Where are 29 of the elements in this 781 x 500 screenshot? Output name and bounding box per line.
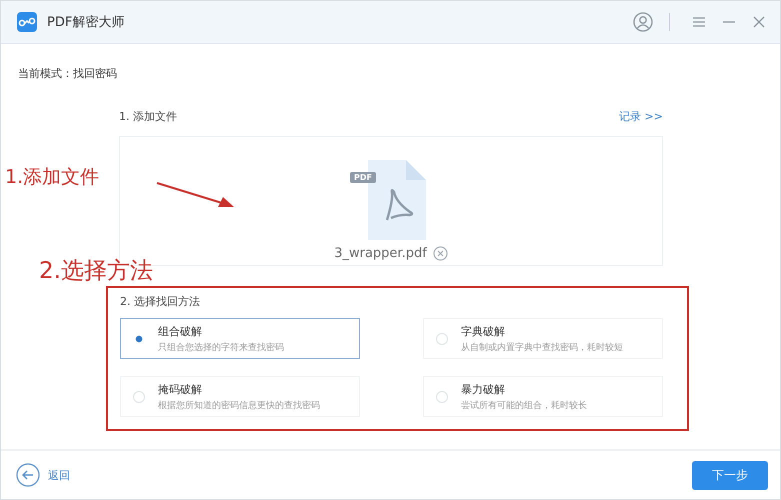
close-icon[interactable] [752,15,766,29]
method-description: 只组合您选择的字符来查找密码 [158,342,284,354]
method-name: 字典破解 [461,324,506,338]
radio-button[interactable] [436,390,448,402]
annotation-label: 1.添加文件 [5,165,100,190]
method-option[interactable]: 掩码破解 根据您所知道的密码信息更快的查找密码 [120,376,360,417]
section-title: 1. 添加文件 [119,109,177,124]
method-name: 组合破解 [158,324,203,338]
method-option[interactable]: 字典破解 从自制或内置字典中查找密码，耗时较短 [423,318,663,359]
file-type-badge: PDF [350,172,376,183]
section-title: 2. 选择找回方法 [120,294,201,309]
history-link[interactable]: 记录 >> [619,109,663,124]
method-description: 从自制或内置字典中查找密码，耗时较短 [461,342,623,354]
radio-button[interactable] [436,332,448,344]
method-name: 暴力破解 [461,382,506,396]
remove-icon[interactable] [432,246,448,261]
method-option[interactable]: 组合破解 只组合您选择的字符来查找密码 [120,318,360,359]
back-link[interactable]: 返回 [16,463,70,487]
method-description: 根据您所知道的密码信息更快的查找密码 [158,400,320,412]
file-name: 3_wrapper.pdf [334,246,427,261]
mode-label: 当前模式：找回密码 [17,66,118,81]
user-icon[interactable] [633,12,653,32]
app-logo-icon [17,12,37,32]
method-option[interactable]: 暴力破解 尝试所有可能的组合，耗时较长 [423,376,663,417]
method-description: 尝试所有可能的组合，耗时较长 [461,400,587,412]
method-name: 掩码破解 [158,382,203,396]
menu-icon[interactable] [692,16,706,28]
window-title: PDF解密大师 [47,14,124,31]
radio-button[interactable] [133,390,145,402]
